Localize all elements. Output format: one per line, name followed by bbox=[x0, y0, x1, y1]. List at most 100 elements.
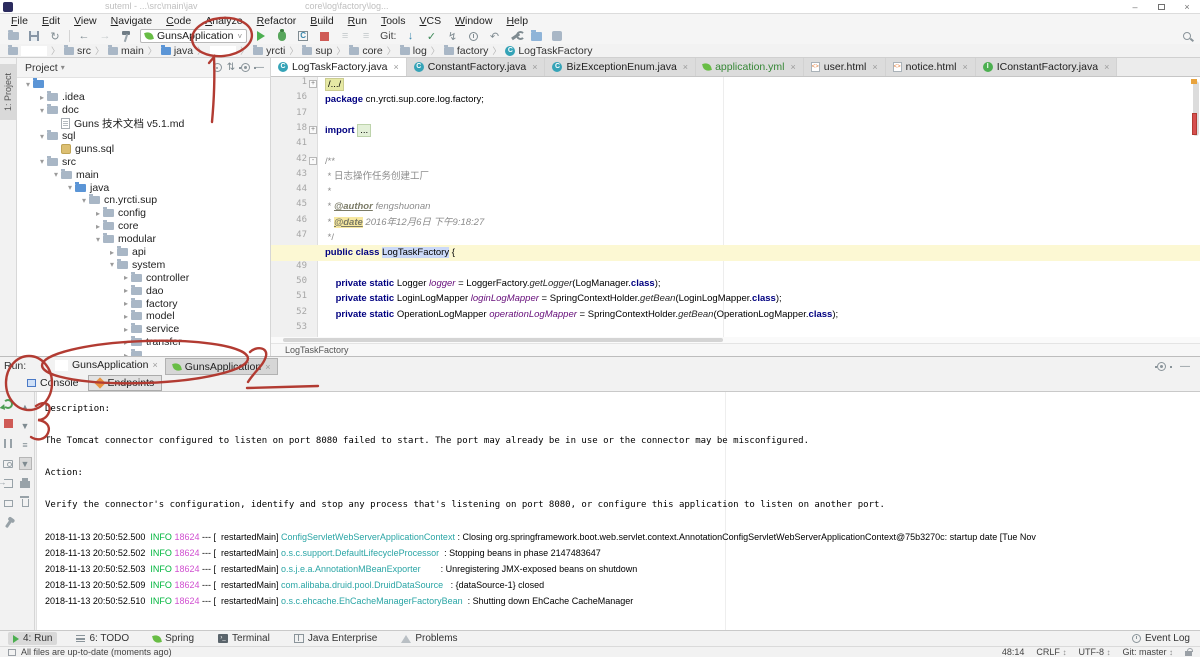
breadcrumb-item-src[interactable]: src bbox=[62, 45, 93, 57]
scroll-to-end-icon[interactable]: ▼ bbox=[19, 457, 32, 470]
back-icon[interactable]: ← bbox=[77, 29, 91, 43]
editor-breadcrumb[interactable]: LogTaskFactory bbox=[271, 343, 1200, 356]
menu-item-code[interactable]: Code bbox=[159, 14, 198, 28]
menu-item-navigate[interactable]: Navigate bbox=[104, 14, 159, 28]
breadcrumb-item-main[interactable]: main bbox=[106, 45, 146, 57]
toolwindow-button-4-run[interactable]: 4: Run bbox=[8, 632, 57, 645]
maximize-button[interactable] bbox=[1148, 0, 1174, 14]
menu-item-vcs[interactable]: VCS bbox=[412, 14, 448, 28]
forward-icon[interactable]: → bbox=[98, 29, 112, 43]
run-configuration-select[interactable]: GunsApplication ˅ bbox=[140, 29, 247, 43]
error-stripe-mark-error[interactable] bbox=[1192, 113, 1197, 135]
menu-item-view[interactable]: View bbox=[67, 14, 104, 28]
breadcrumb-item-sup[interactable]: sup bbox=[300, 45, 334, 57]
error-stripe-mark-warning[interactable] bbox=[1191, 79, 1197, 84]
chevron-right-icon[interactable]: ▸ bbox=[37, 93, 47, 102]
up-stacktrace-icon[interactable]: ▲ bbox=[19, 400, 32, 413]
thread-dump-camera-icon[interactable] bbox=[2, 457, 15, 470]
close-icon[interactable]: × bbox=[683, 62, 688, 72]
chevron-down-icon[interactable]: ▾ bbox=[93, 235, 103, 244]
exit-icon[interactable] bbox=[2, 477, 15, 490]
restore-layout-icon[interactable] bbox=[2, 497, 15, 510]
history-icon[interactable] bbox=[466, 29, 480, 43]
hide-panel-icon[interactable]: — bbox=[1178, 359, 1192, 373]
attach-debugger-icon[interactable]: ≡ bbox=[338, 29, 352, 43]
close-button[interactable]: × bbox=[1174, 0, 1200, 14]
tree-row-modular[interactable]: ▾modular bbox=[17, 233, 270, 246]
minimize-button[interactable]: – bbox=[1122, 0, 1148, 14]
tree-row-guns-sql[interactable]: guns.sql bbox=[17, 142, 270, 155]
tree-row-java[interactable]: ▾java bbox=[17, 181, 270, 194]
soft-wrap-icon[interactable]: ≡ bbox=[19, 438, 32, 451]
tree-row-core[interactable]: ▸core bbox=[17, 220, 270, 233]
editor-tab-application-yml[interactable]: application.yml× bbox=[696, 58, 804, 76]
tree-row-api[interactable]: ▸api bbox=[17, 246, 270, 259]
panel-settings-gear-icon[interactable] bbox=[1154, 359, 1168, 373]
toolwindow-button-terminal[interactable]: ›_Terminal bbox=[213, 632, 275, 645]
locate-file-icon[interactable] bbox=[210, 61, 224, 75]
settings-icon[interactable] bbox=[550, 29, 564, 43]
menu-item-tools[interactable]: Tools bbox=[374, 14, 413, 28]
stop-button[interactable] bbox=[2, 417, 15, 430]
toolwindow-button-spring[interactable]: Spring bbox=[148, 632, 199, 645]
chevron-down-icon[interactable]: ▾ bbox=[37, 106, 47, 115]
menu-item-analyze[interactable]: Analyze bbox=[198, 14, 249, 28]
view-tab-endpoints[interactable]: Endpoints bbox=[88, 375, 163, 391]
scrollbar-thumb[interactable] bbox=[283, 338, 723, 342]
open-icon[interactable] bbox=[6, 29, 20, 43]
close-icon[interactable]: × bbox=[532, 62, 537, 72]
editor-tab-constantfactory-java[interactable]: CConstantFactory.java× bbox=[407, 58, 546, 76]
tree-row[interactable]: ▸ bbox=[17, 349, 270, 356]
menu-item-help[interactable]: Help bbox=[499, 14, 535, 28]
stop-button[interactable] bbox=[317, 29, 331, 43]
chevron-right-icon[interactable]: ▸ bbox=[107, 248, 117, 257]
line-separator-select[interactable]: CRLF ↕ bbox=[1036, 647, 1066, 657]
chevron-right-icon[interactable]: ▸ bbox=[121, 325, 131, 334]
clear-all-icon[interactable] bbox=[19, 495, 32, 508]
close-icon[interactable]: × bbox=[962, 62, 967, 72]
sync-icon[interactable]: ↻ bbox=[48, 29, 62, 43]
breadcrumb-item[interactable] bbox=[208, 46, 238, 56]
chevron-down-icon[interactable]: ▾ bbox=[37, 157, 47, 166]
tree-row-guns-v5-1-md[interactable]: Guns 技术文档 v5.1.md bbox=[17, 117, 270, 130]
run-tab-1[interactable]: GunsApplication× bbox=[48, 357, 165, 374]
breadcrumb-item-log[interactable]: log bbox=[398, 45, 429, 57]
chevron-right-icon[interactable]: ▸ bbox=[93, 222, 103, 231]
breadcrumb-item-java[interactable]: java bbox=[159, 45, 195, 57]
view-tab-console[interactable]: Console bbox=[20, 375, 86, 391]
chevron-right-icon[interactable]: ▸ bbox=[121, 312, 131, 321]
menu-item-file[interactable]: File bbox=[4, 14, 35, 28]
chevron-down-icon[interactable]: ▾ bbox=[65, 183, 75, 192]
editor-tab-iconstantfactory-java[interactable]: IIConstantFactory.java× bbox=[976, 58, 1118, 76]
tree-row-factory[interactable]: ▸factory bbox=[17, 297, 270, 310]
menu-item-run[interactable]: Run bbox=[341, 14, 374, 28]
build-hammer-icon[interactable] bbox=[119, 29, 133, 43]
breadcrumb-item-core[interactable]: core bbox=[347, 45, 384, 57]
encoding-select[interactable]: UTF-8 ↕ bbox=[1078, 647, 1110, 657]
project-panel-title[interactable]: Project bbox=[25, 62, 58, 74]
toolwindow-button-java-enterprise[interactable]: Java Enterprise bbox=[289, 632, 382, 645]
tree-row-config[interactable]: ▸config bbox=[17, 207, 270, 220]
editor-tab-user-html[interactable]: <>user.html× bbox=[804, 58, 886, 76]
chevron-down-icon[interactable]: ▾ bbox=[51, 170, 61, 179]
print-icon[interactable] bbox=[19, 476, 32, 489]
tree-row-controller[interactable]: ▸controller bbox=[17, 271, 270, 284]
panel-settings-gear-icon[interactable] bbox=[238, 61, 252, 75]
tree-row--idea[interactable]: ▸.idea bbox=[17, 91, 270, 104]
menu-item-window[interactable]: Window bbox=[448, 14, 499, 28]
chevron-right-icon[interactable]: ▸ bbox=[93, 209, 103, 218]
event-log-button[interactable]: Event Log bbox=[1132, 633, 1190, 644]
search-everywhere-icon[interactable] bbox=[1183, 31, 1194, 42]
menu-item-build[interactable]: Build bbox=[303, 14, 340, 28]
chevron-right-icon[interactable]: ▸ bbox=[121, 286, 131, 295]
editor-horizontal-scrollbar[interactable] bbox=[271, 337, 1200, 343]
lock-icon[interactable] bbox=[1185, 651, 1192, 656]
chevron-right-icon[interactable]: ▸ bbox=[121, 338, 131, 347]
caret-position[interactable]: 48:14 bbox=[1002, 647, 1025, 657]
chevron-down-icon[interactable]: ▾ bbox=[79, 196, 89, 205]
close-icon[interactable]: × bbox=[394, 62, 399, 72]
pause-output-icon[interactable] bbox=[2, 437, 15, 450]
collapse-all-icon[interactable]: ⇅ bbox=[224, 61, 238, 75]
save-all-icon[interactable] bbox=[27, 29, 41, 43]
wrench-icon[interactable] bbox=[508, 29, 522, 43]
